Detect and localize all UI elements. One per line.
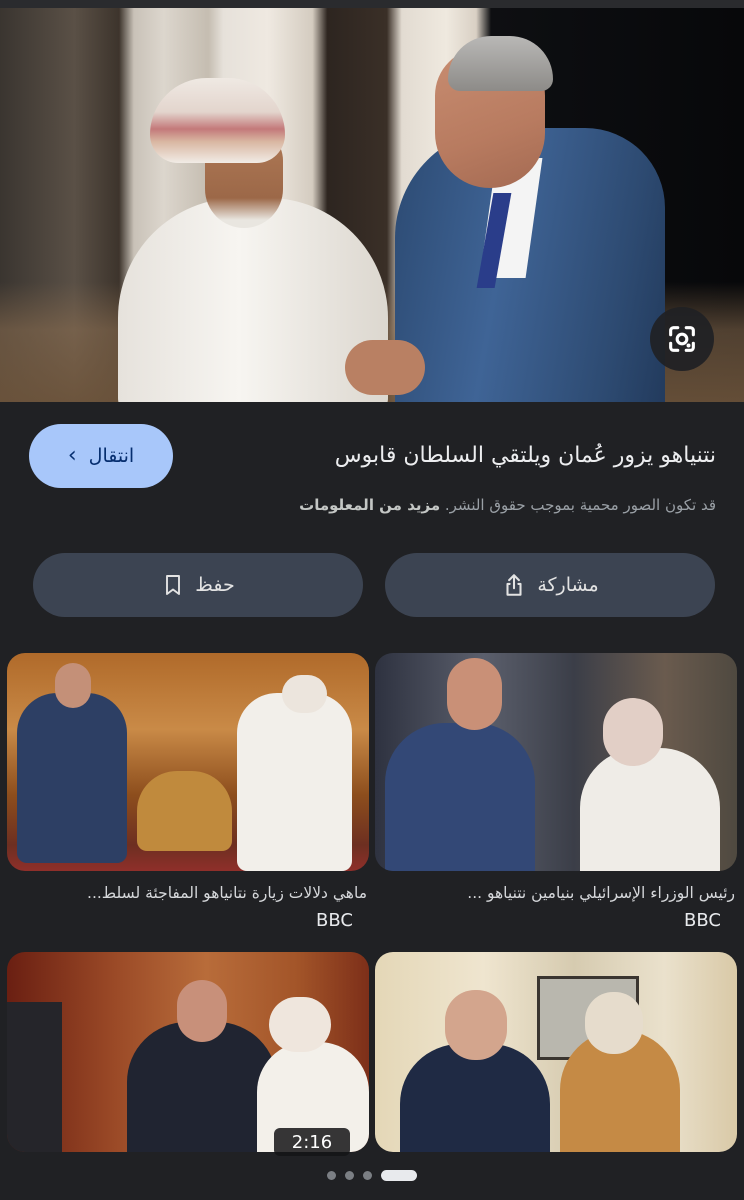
share-label: مشاركة: [537, 574, 599, 596]
lens-search-button[interactable]: [650, 307, 714, 371]
save-button[interactable]: حفظ: [33, 553, 363, 617]
copyright-notice: قد تكون الصور محمية بموجب حقوق النشر. مز…: [299, 496, 716, 514]
visit-label: انتقال: [88, 445, 135, 467]
top-edge: [0, 0, 744, 8]
main-image[interactable]: [0, 8, 744, 402]
related-video-4[interactable]: [7, 952, 369, 1152]
video-duration-badge: 2:16: [274, 1128, 350, 1156]
related-source-1: BBC: [684, 910, 721, 931]
handshake: [345, 340, 425, 395]
related-image-1[interactable]: [375, 653, 737, 871]
lens-icon: [669, 326, 695, 352]
related-caption-2[interactable]: ماهي دلالات زيارة نتانياهو المفاجئة لسلط…: [7, 884, 367, 902]
pager-dot: [327, 1170, 336, 1180]
pager-dot: [363, 1170, 372, 1180]
pager-dot: [345, 1170, 354, 1180]
pager-dots: [0, 1167, 744, 1183]
bookmark-icon: [166, 575, 181, 595]
related-image-2[interactable]: [7, 653, 369, 871]
pager-dot-active: [381, 1169, 417, 1181]
share-icon: [506, 574, 522, 596]
related-source-2: BBC: [316, 910, 353, 931]
more-info-link[interactable]: مزيد من المعلومات: [299, 496, 440, 514]
share-button[interactable]: مشاركة: [385, 553, 715, 617]
chevron-left-icon: ‹: [67, 443, 77, 468]
image-title: نتنياهو يزور عُمان ويلتقي السلطان قابوس: [334, 443, 716, 468]
related-caption-1[interactable]: رئيس الوزراء الإسرائيلي بنيامين نتنياهو …: [375, 884, 735, 902]
save-label: حفظ: [195, 574, 235, 596]
visit-button[interactable]: ‹ انتقال: [29, 424, 173, 488]
related-image-3[interactable]: [375, 952, 737, 1152]
